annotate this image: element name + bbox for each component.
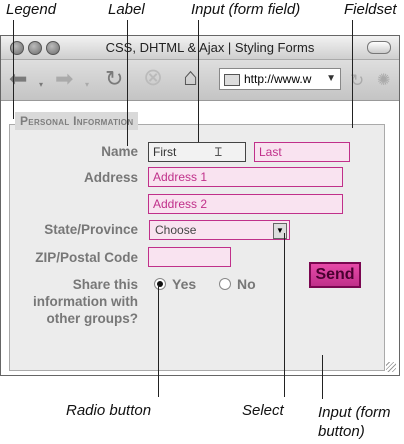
callout-input-button-line-2: button) bbox=[318, 423, 365, 440]
address1-placeholder: Address 1 bbox=[153, 170, 208, 184]
zip-label: ZIP/Postal Code bbox=[35, 250, 138, 265]
state-selected-value: Choose bbox=[155, 223, 197, 237]
leader-line-legend bbox=[13, 20, 14, 119]
send-button[interactable]: Send bbox=[309, 262, 361, 288]
radio-checked-icon[interactable] bbox=[154, 278, 166, 290]
legend: Personal Information bbox=[15, 112, 139, 130]
address-bar[interactable]: http://www.w ▼ bbox=[219, 68, 341, 90]
toolbar: ⬅ ▾ ➡ ▾ ↻ ⊗ ⌂ http://www.w ▼ ↻ ✺ bbox=[1, 60, 399, 101]
radio-no[interactable]: No bbox=[219, 276, 256, 292]
last-name-placeholder: Last bbox=[259, 145, 282, 159]
callout-fieldset: Fieldset bbox=[344, 1, 397, 18]
callout-select: Select bbox=[242, 402, 284, 419]
stop-icon[interactable]: ⊗ bbox=[143, 66, 163, 90]
last-name-input[interactable]: Last bbox=[254, 142, 350, 162]
share-label-line-2: information with bbox=[33, 294, 138, 309]
address1-input[interactable]: Address 1 bbox=[148, 167, 343, 187]
name-label: Name bbox=[101, 144, 138, 159]
leader-line-input bbox=[198, 20, 199, 142]
state-select[interactable]: Choose ▼ bbox=[149, 220, 290, 240]
address-label: Address bbox=[83, 170, 138, 185]
leader-line-fieldset bbox=[352, 20, 353, 128]
back-arrow-icon[interactable]: ⬅ bbox=[9, 68, 27, 90]
leader-line-radio bbox=[158, 285, 159, 397]
callout-input-button-line-1: Input (form bbox=[318, 404, 391, 421]
share-label: Share this information with other groups… bbox=[10, 276, 138, 327]
radio-unchecked-icon[interactable] bbox=[219, 278, 231, 290]
window-title: CSS, DHTML & Ajax | Styling Forms bbox=[105, 40, 315, 55]
url-dropdown-icon[interactable]: ▼ bbox=[326, 69, 336, 89]
radio-no-label: No bbox=[237, 276, 256, 292]
zip-input[interactable] bbox=[148, 247, 231, 267]
resize-grip-icon[interactable] bbox=[386, 362, 396, 372]
radio-yes-label: Yes bbox=[172, 276, 197, 292]
reload-icon[interactable]: ↻ bbox=[105, 68, 123, 90]
favicon-icon bbox=[224, 73, 240, 86]
radio-yes[interactable]: Yes bbox=[154, 276, 196, 292]
leader-line-button bbox=[322, 355, 323, 399]
leader-line-label bbox=[127, 20, 128, 146]
leader-line-select bbox=[284, 233, 285, 397]
callout-label: Label bbox=[108, 1, 145, 18]
forward-dropdown-icon[interactable]: ▾ bbox=[85, 74, 89, 96]
minimize-window-icon[interactable] bbox=[28, 41, 42, 55]
first-name-value: First bbox=[153, 145, 177, 159]
state-label: State/Province bbox=[44, 222, 138, 237]
address2-placeholder: Address 2 bbox=[153, 197, 208, 211]
home-icon[interactable]: ⌂ bbox=[183, 65, 198, 90]
callout-input-button: Input (form button) bbox=[318, 403, 391, 441]
share-label-line-3: other groups? bbox=[46, 311, 139, 326]
callout-radio-button: Radio button bbox=[66, 402, 152, 419]
callout-legend: Legend bbox=[6, 1, 57, 18]
address2-input[interactable]: Address 2 bbox=[148, 194, 343, 214]
callout-input-field: Input (form field) bbox=[191, 1, 301, 18]
back-dropdown-icon[interactable]: ▾ bbox=[39, 74, 43, 96]
toolbar-toggle-icon[interactable] bbox=[367, 41, 391, 54]
zoom-window-icon[interactable] bbox=[46, 41, 60, 55]
share-label-line-1: Share this bbox=[72, 277, 138, 292]
first-name-input[interactable]: First Ɪ bbox=[148, 142, 246, 162]
spinner-icon: ✺ bbox=[377, 72, 391, 89]
forward-arrow-icon[interactable]: ➡ bbox=[55, 68, 73, 90]
title-bar: CSS, DHTML & Ajax | Styling Forms bbox=[1, 36, 399, 60]
text-cursor-icon: Ɪ bbox=[215, 145, 222, 159]
url-text: http://www.w bbox=[244, 72, 312, 86]
